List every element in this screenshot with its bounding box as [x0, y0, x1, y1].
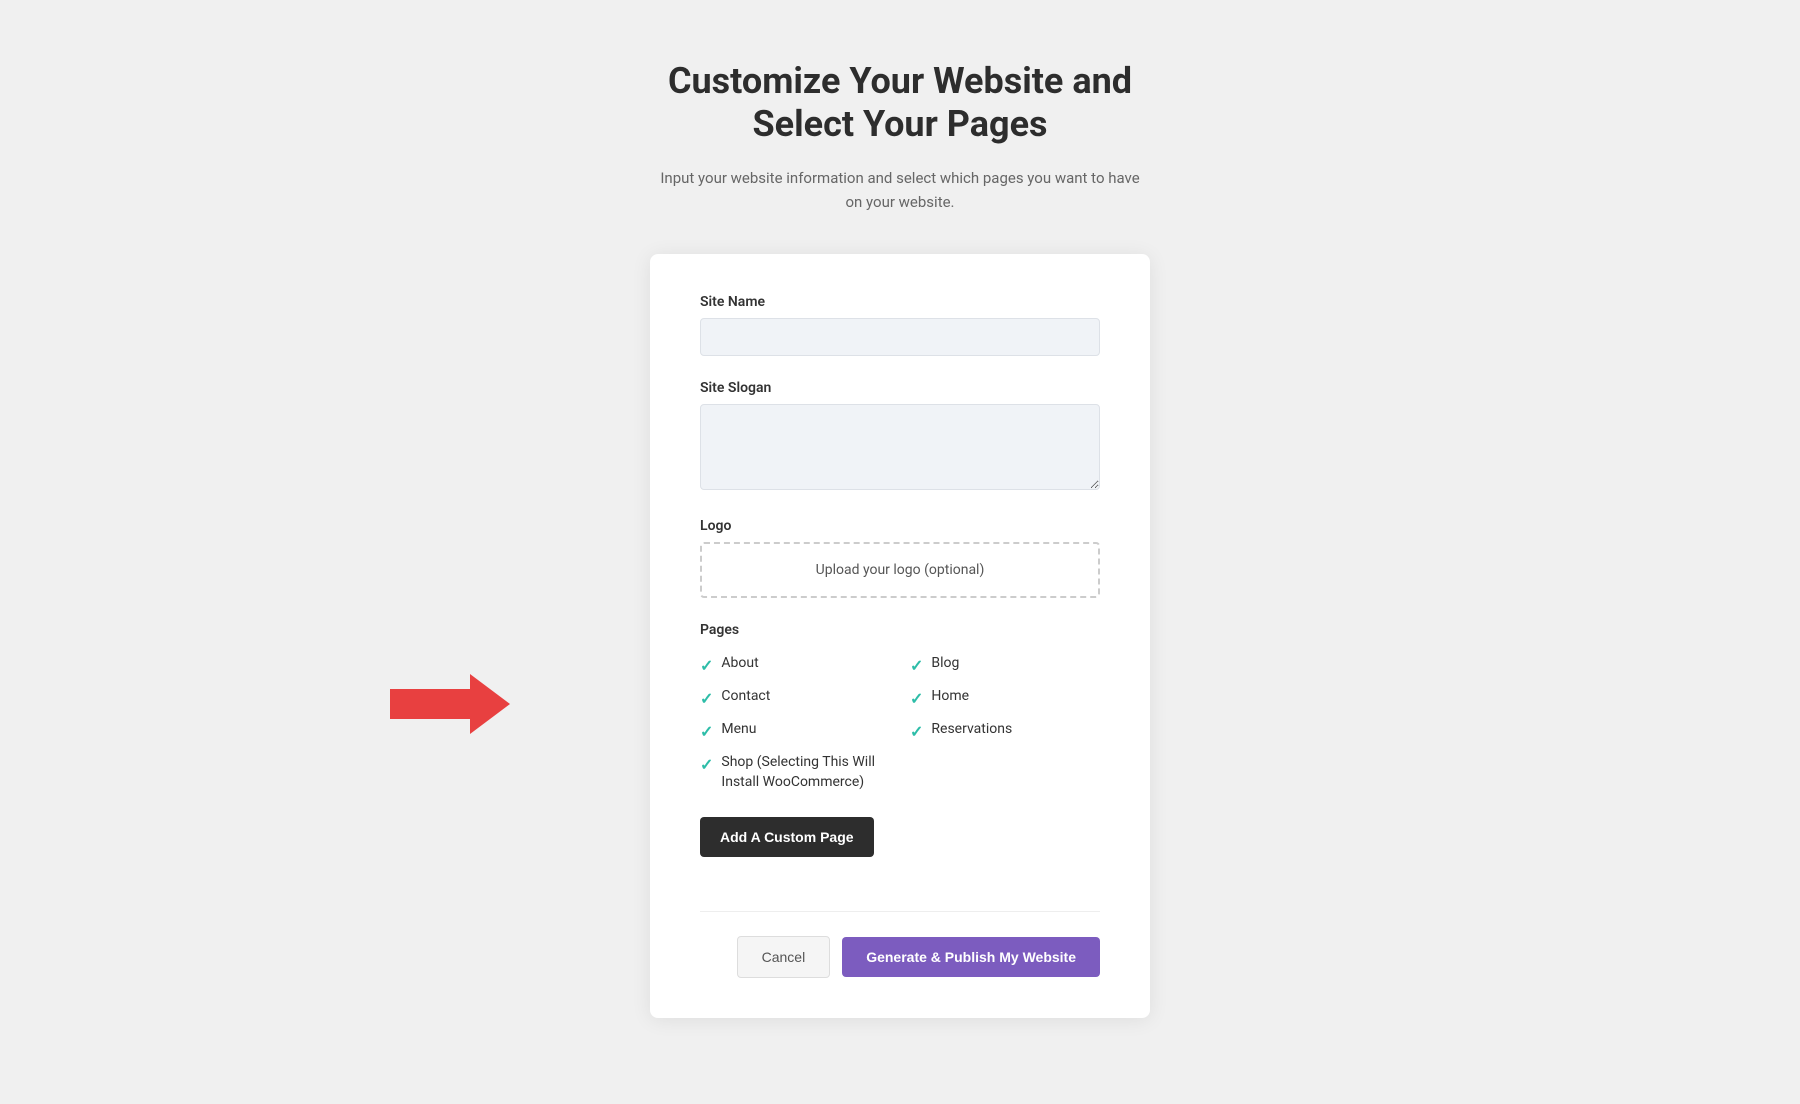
page-label-shop: Shop (Selecting This Will Install WooCom… [721, 753, 890, 792]
page-label-about: About [721, 654, 758, 674]
pages-field-group: Pages ✓ About ✓ Blog ✓ Contact [700, 622, 1100, 792]
divider [700, 911, 1100, 912]
checkmark-icon-shop: ✓ [700, 755, 713, 774]
add-custom-page-button[interactable]: Add A Custom Page [700, 817, 874, 857]
page-item-home: ✓ Home [910, 687, 1100, 708]
logo-field-group: Logo Upload your logo (optional) [700, 518, 1100, 598]
page-item-blog: ✓ Blog [910, 654, 1100, 675]
page-item-contact: ✓ Contact [700, 687, 890, 708]
page-header: Customize Your Website and Select Your P… [660, 60, 1140, 214]
arrow-right-icon [390, 674, 510, 734]
page-label-reservations: Reservations [931, 720, 1012, 740]
logo-label: Logo [700, 518, 1100, 534]
pages-label: Pages [700, 622, 1100, 638]
page-item-reservations: ✓ Reservations [910, 720, 1100, 741]
form-container-wrapper: Site Name Site Slogan Logo Upload your l… [200, 254, 1600, 1017]
arrow-wrapper [390, 674, 510, 734]
checkmark-icon-contact: ✓ [700, 689, 713, 708]
pages-grid: ✓ About ✓ Blog ✓ Contact ✓ Home [700, 654, 1100, 792]
page-label-home: Home [931, 687, 969, 707]
site-name-label: Site Name [700, 294, 1100, 310]
page-wrapper: Customize Your Website and Select Your P… [200, 60, 1600, 1018]
page-item-menu: ✓ Menu [700, 720, 890, 741]
site-slogan-input[interactable] [700, 404, 1100, 490]
page-item-shop: ✓ Shop (Selecting This Will Install WooC… [700, 753, 890, 792]
checkmark-icon-about: ✓ [700, 656, 713, 675]
site-name-input[interactable] [700, 318, 1100, 356]
page-label-blog: Blog [931, 654, 959, 674]
page-title: Customize Your Website and Select Your P… [660, 60, 1140, 146]
checkmark-icon-menu: ✓ [700, 722, 713, 741]
form-card: Site Name Site Slogan Logo Upload your l… [650, 254, 1150, 1017]
site-slogan-label: Site Slogan [700, 380, 1100, 396]
checkmark-icon-reservations: ✓ [910, 722, 923, 741]
page-label-contact: Contact [721, 687, 770, 707]
cancel-button[interactable]: Cancel [737, 936, 831, 978]
page-subtitle: Input your website information and selec… [660, 166, 1140, 214]
page-item-about: ✓ About [700, 654, 890, 675]
site-slogan-field-group: Site Slogan [700, 380, 1100, 494]
logo-upload-area[interactable]: Upload your logo (optional) [700, 542, 1100, 598]
site-name-field-group: Site Name [700, 294, 1100, 356]
logo-upload-text: Upload your logo (optional) [816, 562, 985, 578]
page-label-menu: Menu [721, 720, 756, 740]
checkmark-icon-home: ✓ [910, 689, 923, 708]
checkmark-icon-blog: ✓ [910, 656, 923, 675]
generate-publish-button[interactable]: Generate & Publish My Website [842, 937, 1100, 977]
form-actions: Cancel Generate & Publish My Website [700, 936, 1100, 978]
